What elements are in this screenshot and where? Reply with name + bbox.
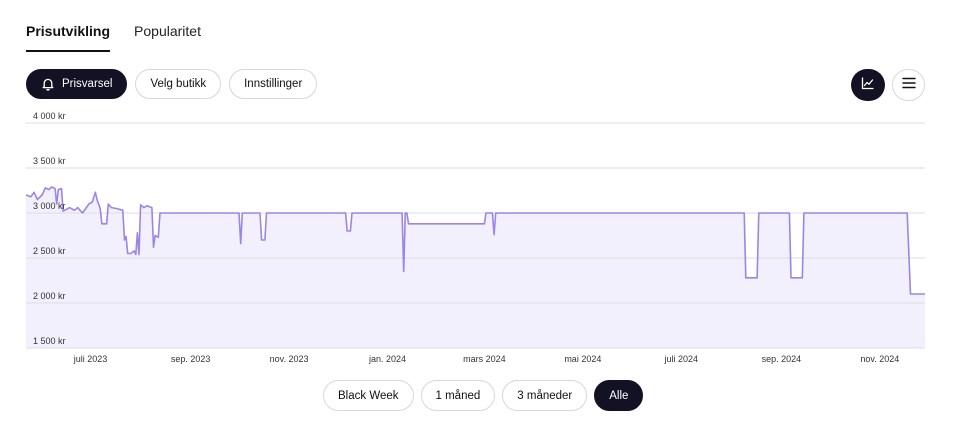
settings-label: Innstillinger [244,78,303,90]
x-tick-label: juli 2024 [664,354,699,364]
y-tick-label: 1 500 kr [33,336,66,346]
list-view-button[interactable] [892,69,925,101]
x-tick-label: mars 2024 [463,354,506,364]
line-chart-icon [861,76,875,95]
chart-view-button[interactable] [851,69,885,101]
settings-button[interactable]: Innstillinger [229,69,318,99]
time-range-selector: Black Week 1 måned 3 måneder Alle [323,380,644,411]
price-history-chart: 4 000 kr 3 500 kr 3 000 kr 2 500 kr 2 000 kr… [25,111,925,364]
x-tick-label: juli 2023 [73,354,108,364]
y-tick-label: 2 000 kr [33,291,66,301]
x-tick-label: sep. 2024 [762,354,802,364]
tab-popularity[interactable]: Popularitet [134,20,201,54]
bell-icon [41,77,55,91]
select-store-button[interactable]: Velg butikk [135,69,222,99]
y-tick-label: 4 000 kr [33,111,66,121]
range-black-week-button[interactable]: Black Week [323,380,414,411]
price-alert-button[interactable]: Prisvarsel [26,69,128,99]
x-tick-label: jan. 2024 [368,354,406,364]
range-1-month-label: 1 måned [435,389,481,402]
y-tick-label: 3 500 kr [33,156,66,166]
range-3-months-button[interactable]: 3 måneder [502,380,588,411]
y-tick-label: 2 500 kr [33,246,66,256]
select-store-label: Velg butikk [150,78,207,90]
tab-bar: Prisutvikling Popularitet [26,20,201,54]
tab-price-history[interactable]: Prisutvikling [26,20,111,52]
x-tick-label: sep. 2023 [171,354,211,364]
x-axis-labels: juli 2023 sep. 2023 nov. 2023 jan. 2024 mars… [73,354,899,364]
y-tick-label: 3 000 kr [33,201,66,211]
range-all-label: Alle [609,389,629,402]
range-all-button[interactable]: Alle [594,380,644,411]
chart-toolbar: Prisvarsel Velg butikk Innstillinger [26,69,318,99]
x-tick-label: nov. 2023 [270,354,309,364]
range-1-month-button[interactable]: 1 måned [420,380,496,411]
range-black-week-label: Black Week [338,389,399,402]
x-tick-label: mai 2024 [564,354,601,364]
price-alert-label: Prisvarsel [62,78,113,90]
x-tick-label: nov. 2024 [860,354,899,364]
menu-lines-icon [901,76,916,94]
range-3-months-label: 3 måneder [517,389,573,402]
